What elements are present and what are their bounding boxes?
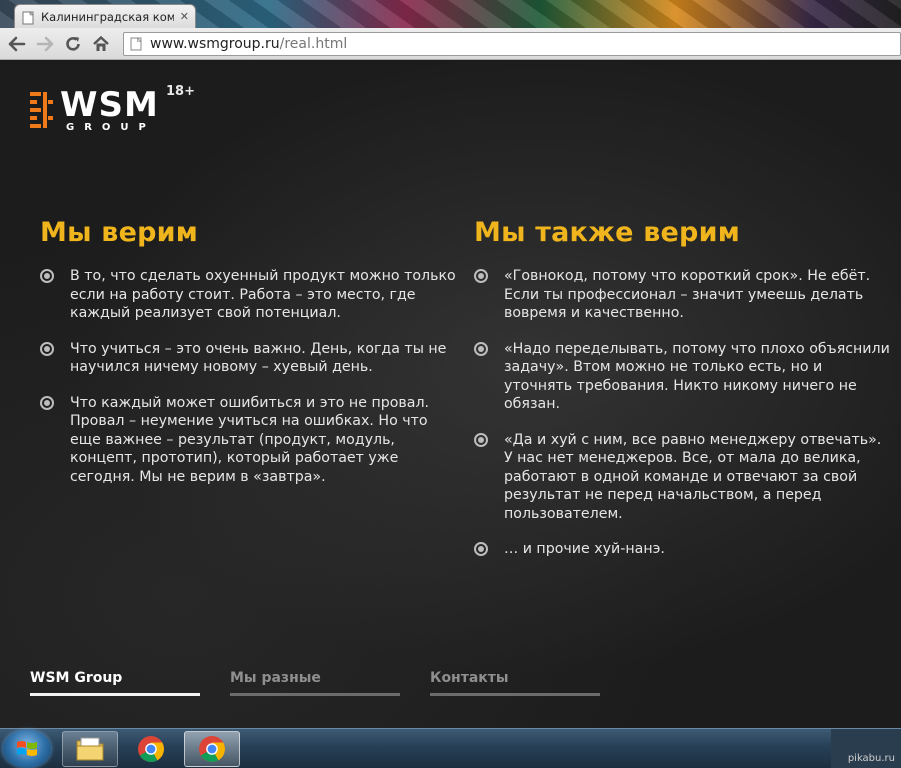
list-item: В то, что сделать охуенный продукт можно… <box>40 267 460 323</box>
page-content: WSM GROUP 18+ Мы верим В то, что сделать… <box>0 61 901 728</box>
list-item: Что учиться – это очень важно. День, ког… <box>40 340 460 377</box>
radio-bullet-icon <box>40 269 54 283</box>
back-arrow-icon <box>8 36 26 51</box>
back-button[interactable] <box>6 33 28 55</box>
watermark: pikabu.ru <box>847 753 895 764</box>
nav-link-underline <box>430 693 600 696</box>
logo-wordmark: WSM <box>60 85 159 125</box>
we-also-believe-column: Мы также верим «Говнокод, потому что кор… <box>474 217 894 576</box>
radio-bullet-icon <box>40 395 54 410</box>
list-item: Что каждый может ошибиться и это не пров… <box>40 394 460 487</box>
taskbar-explorer-button[interactable] <box>62 731 118 767</box>
radio-bullet-icon <box>40 341 54 356</box>
url-host: www.wsmgroup.ru <box>150 36 280 52</box>
we-also-believe-heading: Мы также верим <box>474 217 740 248</box>
list-item-text: Что учиться – это очень важно. День, ког… <box>70 340 447 376</box>
nav-link-underline <box>230 693 400 696</box>
taskbar-chrome-button[interactable] <box>123 731 179 767</box>
radio-bullet-icon <box>474 432 488 447</box>
list-item-text: «Надо переделывать, потому что плохо объ… <box>504 340 890 413</box>
address-bar[interactable]: www.wsmgroup.ru/real.html <box>123 32 901 56</box>
list-item: «Да и хуй с ним, все равно менеджеру отв… <box>474 431 894 524</box>
url-path: /real.html <box>279 36 348 52</box>
nav-link-we-are-different[interactable]: Мы разные <box>230 670 400 696</box>
list-item-text: Что каждый может ошибиться и это не пров… <box>70 394 430 485</box>
windows-logo-icon <box>17 741 37 756</box>
radio-bullet-icon <box>474 341 488 356</box>
list-item-text: «Говнокод, потому что короткий срок». Не… <box>504 268 871 321</box>
forward-button[interactable] <box>34 33 56 55</box>
browser-toolbar: www.wsmgroup.ru/real.html <box>0 28 901 60</box>
start-button[interactable] <box>3 730 51 768</box>
browser-tab[interactable]: Калининградская компа ✕ <box>14 4 196 28</box>
footer-nav: WSM Group Мы разные Контакты <box>30 670 630 696</box>
forward-arrow-icon <box>36 36 54 51</box>
we-believe-heading: Мы верим <box>40 217 198 248</box>
radio-bullet-icon <box>474 542 488 556</box>
window-titlebar: Калининградская компа ✕ <box>0 0 901 28</box>
home-button[interactable] <box>90 33 112 55</box>
taskbar-chrome-active-button[interactable] <box>184 731 240 767</box>
folder-icon <box>76 737 104 761</box>
nav-link-label: Контакты <box>430 670 509 686</box>
we-believe-list: В то, что сделать охуенный продукт можно… <box>40 267 460 486</box>
logo-subtext: GROUP <box>66 122 156 133</box>
nav-link-label: WSM Group <box>30 670 123 686</box>
nav-link-contacts[interactable]: Контакты <box>430 670 600 696</box>
logo-mark-icon <box>30 92 53 128</box>
reload-icon <box>66 36 80 51</box>
list-item-text: … и прочие хуй-нанэ. <box>504 541 665 557</box>
we-believe-column: Мы верим В то, что сделать охуенный прод… <box>40 217 460 503</box>
page-icon <box>130 37 142 51</box>
list-item-text: В то, что сделать охуенный продукт можно… <box>70 268 456 321</box>
we-also-believe-list: «Говнокод, потому что короткий срок». Не… <box>474 267 894 559</box>
os-taskbar: pikabu.ru <box>0 728 901 768</box>
reload-button[interactable] <box>62 33 84 55</box>
tab-close-icon[interactable]: ✕ <box>180 10 189 23</box>
tab-title: Калининградская компа <box>41 9 174 24</box>
home-icon <box>93 35 109 51</box>
radio-bullet-icon <box>474 269 488 283</box>
age-rating: 18+ <box>166 84 195 99</box>
list-item-text: «Да и хуй с ним, все равно менеджеру отв… <box>504 431 882 522</box>
page-favicon-icon <box>21 10 35 24</box>
system-tray: pikabu.ru <box>831 729 901 768</box>
nav-link-label: Мы разные <box>230 670 321 686</box>
chrome-icon <box>138 736 164 762</box>
nav-link-wsm-group[interactable]: WSM Group <box>30 670 200 696</box>
list-item: … и прочие хуй-нанэ. <box>474 540 894 559</box>
list-item: «Надо переделывать, потому что плохо объ… <box>474 340 894 414</box>
list-item: «Говнокод, потому что короткий срок». Не… <box>474 267 894 323</box>
nav-link-underline <box>30 693 200 696</box>
chrome-icon <box>199 736 225 762</box>
